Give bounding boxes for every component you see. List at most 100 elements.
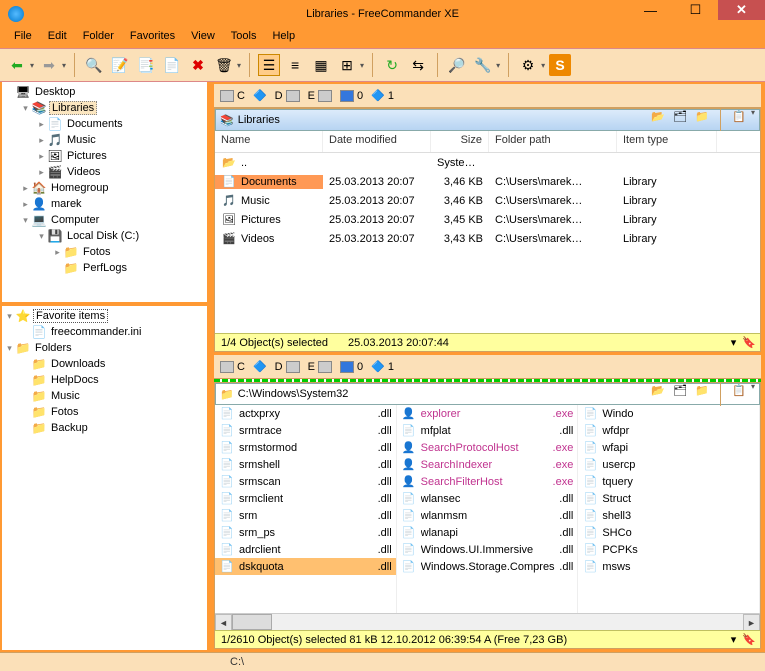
filter-button[interactable]: 🔖 [742, 633, 756, 646]
favorites-header[interactable]: Favorite items [33, 309, 108, 323]
file-row[interactable]: 📄dskquota.dll [215, 558, 396, 575]
fav-icon[interactable]: 📂 [650, 108, 666, 124]
file-row[interactable]: 📂.. System F… [215, 153, 760, 172]
history-icon[interactable]: 📁 [694, 108, 710, 124]
tree-node[interactable]: ▸📁Fotos [4, 244, 205, 260]
view-details-button[interactable]: ☰ [258, 54, 280, 76]
scroll-left-button[interactable]: ◄ [215, 614, 232, 631]
filter-button[interactable]: 🔖 [742, 336, 756, 349]
file-row[interactable]: 📄SHCo [578, 524, 759, 541]
filter-icon[interactable]: ▾ [731, 633, 737, 646]
clone-icon[interactable]: 🗂 [672, 382, 688, 398]
file-row[interactable]: 📄srm_ps.dll [215, 524, 396, 541]
file-row[interactable]: 📄srmscan.dll [215, 473, 396, 490]
drive-network[interactable]: 🔷 [253, 360, 267, 373]
favorites-tree[interactable]: ▾⭐Favorite items 📄freecommander.ini▾📁Fol… [0, 304, 209, 652]
drive-e[interactable]: E [308, 361, 332, 373]
horizontal-scrollbar[interactable]: ◄ ► [215, 613, 760, 630]
menu-view[interactable]: View [183, 28, 223, 48]
file-row[interactable]: 🎬Videos 25.03.2013 20:07 3,43 KB C:\User… [215, 229, 760, 248]
tree-node[interactable]: 📁PerfLogs [4, 260, 205, 276]
drive-e[interactable]: E [308, 90, 332, 102]
column-header[interactable]: Folder path [489, 131, 617, 152]
drive-0[interactable]: 0 [340, 361, 363, 373]
filter-icon[interactable]: ▾ [731, 336, 737, 349]
script-button[interactable]: S [549, 54, 571, 76]
tree-node[interactable]: ▾📁Folders [4, 340, 205, 356]
tree-node[interactable]: 📁Fotos [4, 404, 205, 420]
file-row[interactable]: 📄srmstormod.dll [215, 439, 396, 456]
file-row[interactable]: 📄srmshell.dll [215, 456, 396, 473]
file-row[interactable]: 📄tquery [578, 473, 759, 490]
move-button[interactable]: 📄 [161, 54, 183, 76]
file-row[interactable]: 📄adrclient.dll [215, 541, 396, 558]
file-row[interactable]: 📄Struct [578, 490, 759, 507]
file-list-bottom[interactable]: 📄actxprxy.dll📄srmtrace.dll📄srmstormod.dl… [215, 405, 760, 613]
tree-node[interactable]: ▾💾Local Disk (C:) [4, 228, 205, 244]
column-header[interactable]: Name [215, 131, 323, 152]
file-row[interactable]: 👤explorer.exe [397, 405, 578, 422]
settings-button[interactable]: ⚙ [517, 54, 539, 76]
view-list-button[interactable]: ≡ [284, 54, 306, 76]
minimize-button[interactable]: — [628, 0, 673, 20]
forward-button[interactable]: ➡ [38, 54, 60, 76]
tree-node[interactable]: 🖥Desktop [4, 84, 205, 100]
clone-icon[interactable]: 🗂 [672, 108, 688, 124]
sync-button[interactable]: ⇆ [407, 54, 429, 76]
refresh-button[interactable]: ↻ [381, 54, 403, 76]
file-row[interactable]: 📄wfdpr [578, 422, 759, 439]
tree-node[interactable]: 📁Downloads [4, 356, 205, 372]
file-row[interactable]: 🎵Music 25.03.2013 20:07 3,46 KB C:\Users… [215, 191, 760, 210]
tree-node[interactable]: ▸🏠Homegroup [4, 180, 205, 196]
menu-favorites[interactable]: Favorites [122, 28, 183, 48]
drive-1[interactable]: 🔷 1 [371, 89, 394, 102]
wipe-button[interactable]: 🗑 [213, 54, 235, 76]
drive-1[interactable]: 🔷 1 [371, 360, 394, 373]
menu-edit[interactable]: Edit [40, 28, 75, 48]
file-row[interactable]: 🖼Pictures 25.03.2013 20:07 3,45 KB C:\Us… [215, 210, 760, 229]
view-button[interactable]: 🔍 [83, 54, 105, 76]
file-row[interactable]: 👤SearchIndexer.exe [397, 456, 578, 473]
scroll-right-button[interactable]: ► [743, 614, 760, 631]
tree-node[interactable]: ▾💻Computer [4, 212, 205, 228]
tree-node[interactable]: ▸📄Documents [4, 116, 205, 132]
edit-button[interactable]: 📝 [109, 54, 131, 76]
file-row[interactable]: 📄wfapi [578, 439, 759, 456]
drive-0[interactable]: 0 [340, 90, 363, 102]
scroll-thumb[interactable] [232, 614, 272, 630]
file-row[interactable]: 📄PCPKs [578, 541, 759, 558]
file-row[interactable]: 📄srmtrace.dll [215, 422, 396, 439]
file-row[interactable]: 📄usercp [578, 456, 759, 473]
column-header[interactable]: Size [431, 131, 489, 152]
back-button[interactable]: ⬅ [6, 54, 28, 76]
menu-file[interactable]: File [6, 28, 40, 48]
tools-button[interactable]: 🔧 [472, 54, 494, 76]
file-row[interactable]: 📄wlanmsm.dll [397, 507, 578, 524]
drive-d[interactable]: D [275, 361, 300, 373]
path-bar-top[interactable]: 📚 Libraries 📂 🗂 📁 📋▾ [215, 109, 760, 131]
file-row[interactable]: 📄Documents 25.03.2013 20:07 3,46 KB C:\U… [215, 172, 760, 191]
drive-c[interactable]: C [220, 90, 245, 102]
file-row[interactable]: 📄Windows.UI.Immersive.dll [397, 541, 578, 558]
drive-c[interactable]: C [220, 361, 245, 373]
file-row[interactable]: 👤SearchFilterHost.exe [397, 473, 578, 490]
tree-node[interactable]: ▸🖼Pictures [4, 148, 205, 164]
file-row[interactable]: 👤SearchProtocolHost.exe [397, 439, 578, 456]
path-bar-bottom[interactable]: 📁 C:\Windows\System32 📂 🗂 📁 📋▾ [215, 383, 760, 405]
drive-d[interactable]: D [275, 90, 300, 102]
delete-button[interactable]: ✖ [187, 54, 209, 76]
tree-node[interactable]: ▸🎵Music [4, 132, 205, 148]
maximize-button[interactable]: ☐ [673, 0, 718, 20]
close-button[interactable]: ✕ [718, 0, 765, 20]
menu-help[interactable]: Help [264, 28, 303, 48]
file-row[interactable]: 📄srm.dll [215, 507, 396, 524]
tree-node[interactable]: ▾📚Libraries [4, 100, 205, 116]
menu-tools[interactable]: Tools [223, 28, 265, 48]
file-row[interactable]: 📄mfplat.dll [397, 422, 578, 439]
file-row[interactable]: 📄srmclient.dll [215, 490, 396, 507]
history-icon[interactable]: 📁 [694, 382, 710, 398]
copy-path-icon[interactable]: 📋 [731, 108, 747, 124]
view-tree-button[interactable]: ⊞ [336, 54, 358, 76]
menu-folder[interactable]: Folder [75, 28, 122, 48]
column-header[interactable]: Item type [617, 131, 717, 152]
